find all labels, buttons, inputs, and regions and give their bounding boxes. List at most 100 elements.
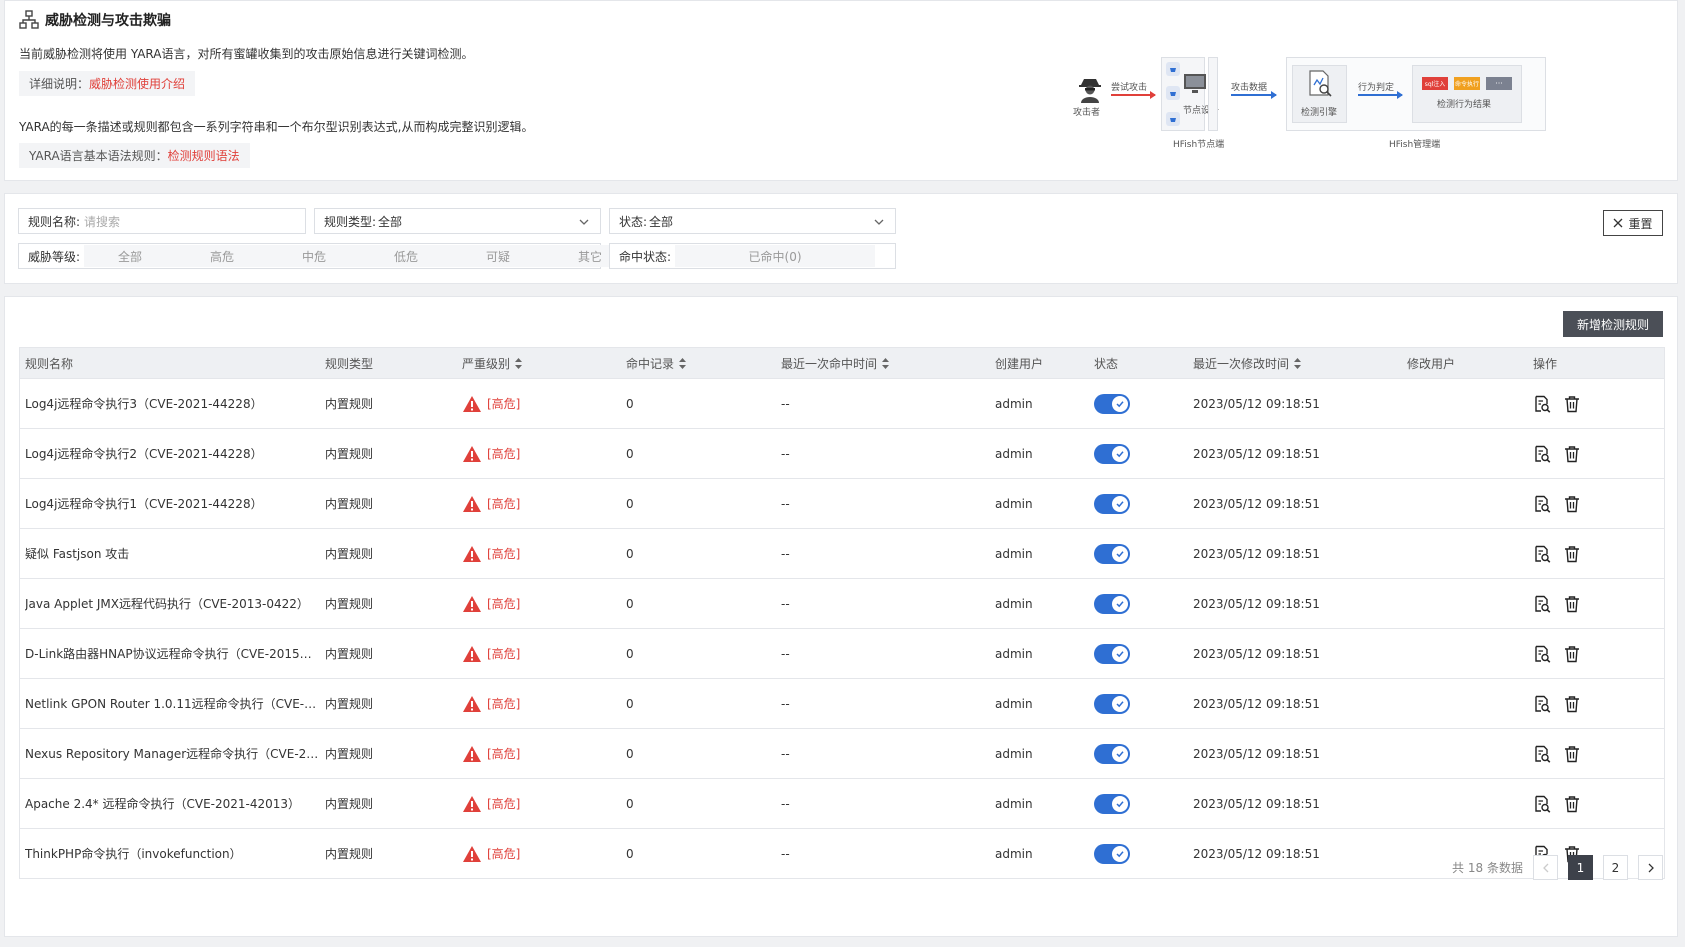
rule-name-cell: Log4j远程命令执行1（CVE-2021-44228） bbox=[20, 495, 320, 512]
rules-panel: 新增检测规则 规则名称 规则类型 严重级别 命中记录 最近一次命中时间 创建用户 状态 最近一… bbox=[4, 296, 1678, 937]
sort-icon[interactable] bbox=[515, 357, 523, 369]
rule-type-select[interactable]: 规则类型: 全部 bbox=[314, 208, 601, 234]
view-rule-icon[interactable] bbox=[1533, 745, 1551, 763]
view-rule-icon[interactable] bbox=[1533, 445, 1551, 463]
page-button[interactable]: 2 bbox=[1603, 855, 1628, 880]
rule-name-input[interactable]: 请搜索 bbox=[84, 213, 120, 230]
page-title-text: 威胁检测与攻击欺骗 bbox=[45, 13, 171, 29]
trash-icon[interactable] bbox=[1563, 645, 1581, 663]
threat-level-option[interactable]: 可疑 bbox=[452, 248, 544, 265]
trash-icon[interactable] bbox=[1563, 695, 1581, 713]
severity-label: [高危] bbox=[487, 547, 521, 561]
hit-status-option-hit[interactable]: 已命中(0) bbox=[749, 248, 802, 265]
column-header-label: 操作 bbox=[1533, 356, 1558, 371]
threat-level-option[interactable]: 中危 bbox=[268, 248, 360, 265]
attacker-label: 攻击者 bbox=[1073, 108, 1101, 118]
total-prefix: 共 bbox=[1452, 861, 1465, 875]
creator-cell: admin bbox=[995, 496, 1033, 511]
threat-level-option[interactable]: 低危 bbox=[360, 248, 452, 265]
chevron-left-icon bbox=[1542, 863, 1548, 872]
column-header[interactable]: 命中记录 bbox=[621, 355, 776, 372]
rule-name-cell: 疑似 Fastjson 攻击 bbox=[20, 545, 320, 562]
threat-level-option[interactable]: 高危 bbox=[176, 248, 268, 265]
status-select[interactable]: 状态: 全部 bbox=[609, 208, 896, 234]
status-toggle[interactable] bbox=[1094, 443, 1130, 464]
rule-name-cell: Java Applet JMX远程代码执行（CVE-2013-0422） bbox=[20, 595, 320, 612]
view-rule-icon[interactable] bbox=[1533, 645, 1551, 663]
warning-icon bbox=[463, 445, 481, 462]
column-header-label: 命中记录 bbox=[626, 356, 675, 371]
check-icon bbox=[1116, 750, 1124, 757]
status-toggle[interactable] bbox=[1094, 793, 1130, 814]
severity-cell: [高危] bbox=[457, 545, 621, 563]
view-rule-icon[interactable] bbox=[1533, 395, 1551, 413]
status-cell bbox=[1089, 793, 1188, 814]
reset-button[interactable]: 重置 bbox=[1603, 210, 1663, 236]
table-row: Log4j远程命令执行2（CVE-2021-44228） 内置规则 [高危] 0 -- a… bbox=[20, 428, 1664, 478]
sort-icon[interactable] bbox=[1294, 357, 1302, 369]
status-toggle[interactable] bbox=[1094, 493, 1130, 514]
last-hit-cell: -- bbox=[781, 596, 790, 611]
usage-guide-link[interactable]: 威胁检测使用介绍 bbox=[89, 75, 185, 92]
sort-icon[interactable] bbox=[882, 357, 890, 369]
status-toggle[interactable] bbox=[1094, 543, 1130, 564]
toggle-knob bbox=[1112, 745, 1128, 762]
rule-name: Log4j远程命令执行2（CVE-2021-44228） bbox=[25, 447, 263, 461]
table-row: Log4j远程命令执行1（CVE-2021-44228） 内置规则 [高危] 0 -- a… bbox=[20, 478, 1664, 528]
view-rule-icon[interactable] bbox=[1533, 495, 1551, 513]
status-toggle[interactable] bbox=[1094, 693, 1130, 714]
modified-cell: 2023/05/12 09:18:51 bbox=[1193, 796, 1320, 811]
severity-cell: [高危] bbox=[457, 795, 621, 813]
toggle-knob bbox=[1112, 645, 1128, 662]
trash-icon[interactable] bbox=[1563, 445, 1581, 463]
trash-icon[interactable] bbox=[1563, 795, 1581, 813]
threat-level-option[interactable]: 全部 bbox=[84, 248, 176, 265]
severity-cell: [高危] bbox=[457, 395, 621, 413]
rule-name: Log4j远程命令执行3（CVE-2021-44228） bbox=[25, 397, 263, 411]
column-header[interactable]: 严重级别 bbox=[457, 355, 621, 372]
actions-cell bbox=[1528, 595, 1658, 613]
last-hit-cell: -- bbox=[781, 396, 790, 411]
trash-icon[interactable] bbox=[1563, 495, 1581, 513]
hits-cell: 0 bbox=[626, 446, 634, 461]
next-page-button[interactable] bbox=[1638, 855, 1663, 880]
check-icon bbox=[1116, 800, 1124, 807]
check-icon bbox=[1116, 450, 1124, 457]
status-toggle[interactable] bbox=[1094, 393, 1130, 414]
threat-level-filter: 威胁等级: 全部 高危 中危 低危 可疑 其它 bbox=[18, 243, 637, 269]
rule-syntax-link[interactable]: 检测规则语法 bbox=[168, 147, 240, 164]
warning-icon bbox=[463, 495, 481, 512]
last-hit-cell: -- bbox=[781, 446, 790, 461]
chevron-down-icon bbox=[579, 219, 589, 225]
status-cell bbox=[1089, 643, 1188, 664]
prev-page-button[interactable] bbox=[1533, 855, 1558, 880]
last-hit-cell: -- bbox=[781, 546, 790, 561]
trash-icon[interactable] bbox=[1563, 395, 1581, 413]
status-toggle[interactable] bbox=[1094, 843, 1130, 864]
view-rule-icon[interactable] bbox=[1533, 795, 1551, 813]
trash-icon[interactable] bbox=[1563, 745, 1581, 763]
hits-cell: 0 bbox=[626, 596, 634, 611]
view-rule-icon[interactable] bbox=[1533, 695, 1551, 713]
rule-name-search[interactable]: 规则名称: 请搜索 bbox=[18, 208, 306, 234]
rule-type-cell: 内置规则 bbox=[325, 547, 374, 561]
creator-cell: admin bbox=[995, 696, 1033, 711]
status-toggle[interactable] bbox=[1094, 643, 1130, 664]
sort-icon[interactable] bbox=[679, 357, 687, 369]
status-cell bbox=[1089, 393, 1188, 414]
toggle-knob bbox=[1112, 695, 1128, 712]
status-cell bbox=[1089, 743, 1188, 764]
column-header[interactable]: 最近一次修改时间 bbox=[1188, 355, 1402, 372]
add-rule-button[interactable]: 新增检测规则 bbox=[1562, 311, 1663, 337]
note-label: YARA语言基本语法规则： bbox=[29, 149, 168, 163]
hits-cell: 0 bbox=[626, 496, 634, 511]
status-toggle[interactable] bbox=[1094, 593, 1130, 614]
view-rule-icon[interactable] bbox=[1533, 545, 1551, 563]
page-button[interactable]: 1 bbox=[1568, 855, 1593, 880]
view-rule-icon[interactable] bbox=[1533, 595, 1551, 613]
severity-badge: [高危] bbox=[462, 795, 520, 813]
status-toggle[interactable] bbox=[1094, 743, 1130, 764]
column-header[interactable]: 最近一次命中时间 bbox=[776, 355, 990, 372]
trash-icon[interactable] bbox=[1563, 545, 1581, 563]
trash-icon[interactable] bbox=[1563, 595, 1581, 613]
